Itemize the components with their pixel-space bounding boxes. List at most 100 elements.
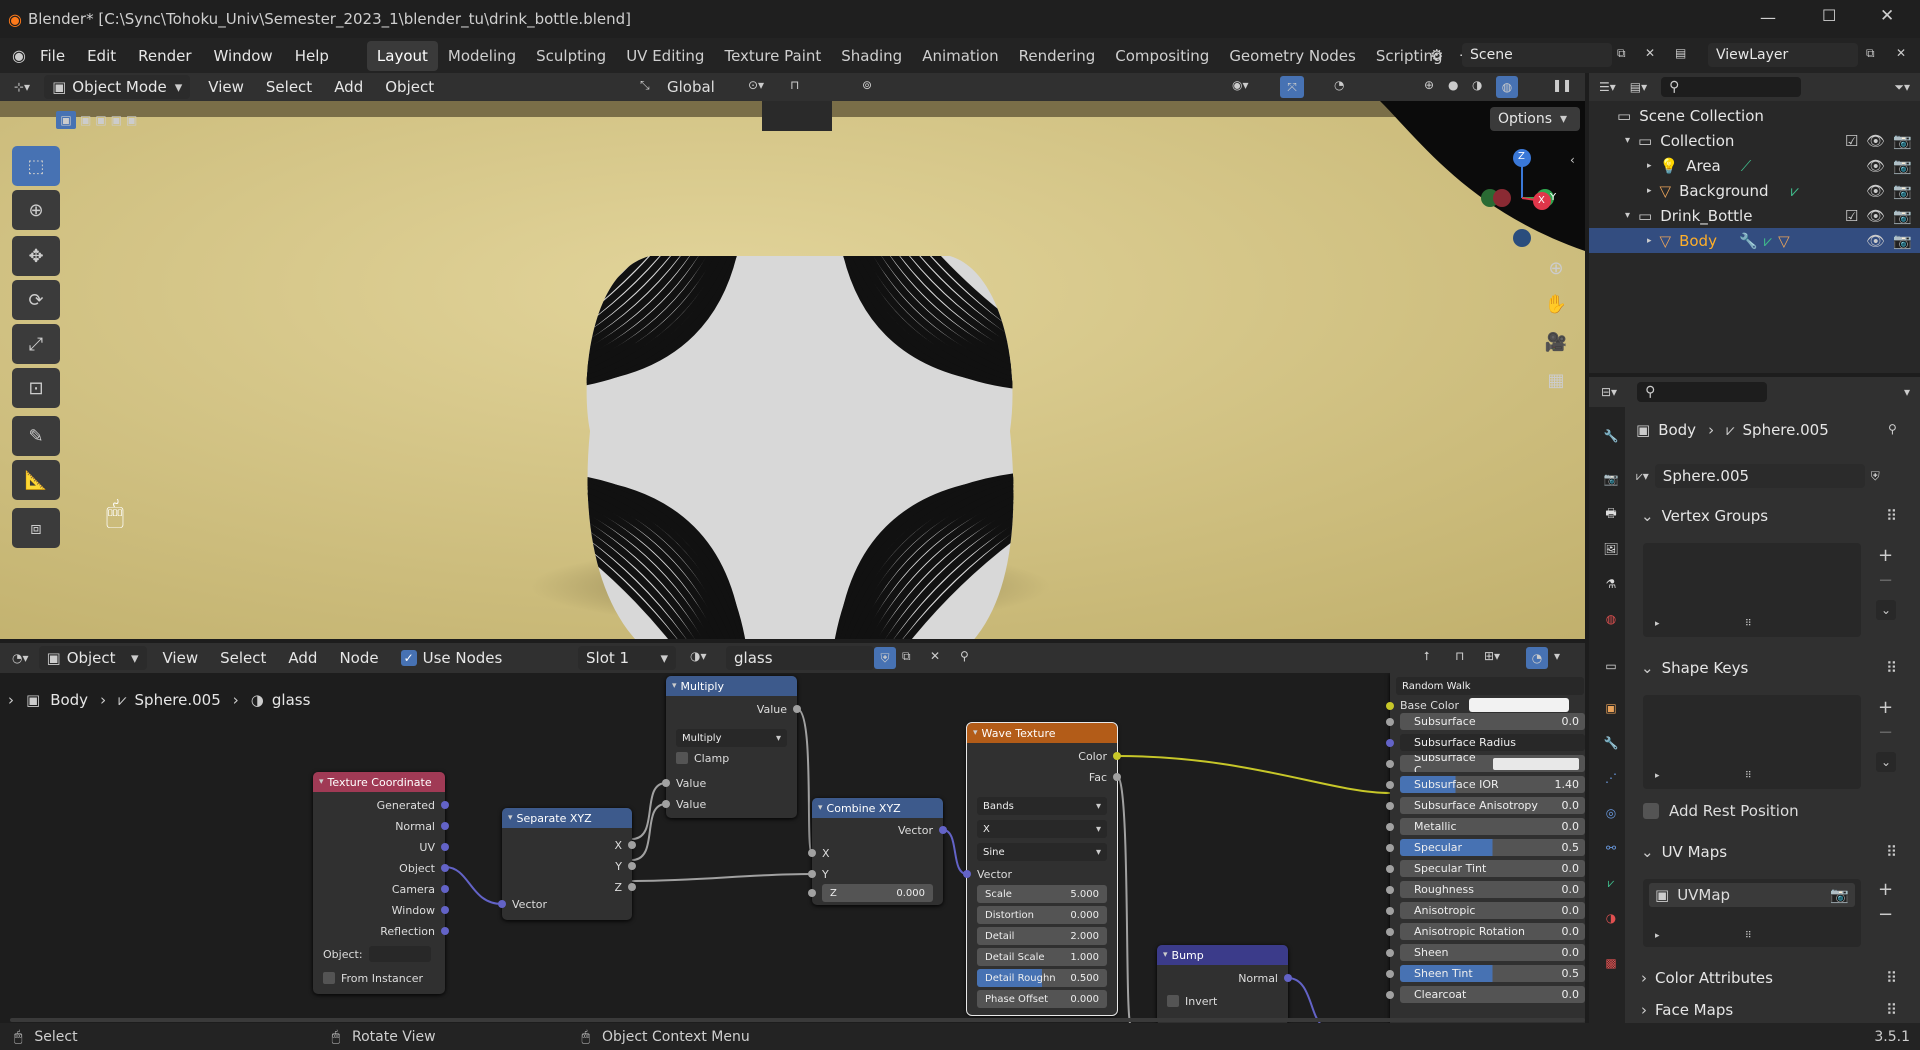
socket-base-color-in[interactable] — [1386, 702, 1394, 710]
tab-uv-editing[interactable]: UV Editing — [616, 41, 714, 71]
transform-tool[interactable]: ⊡ — [12, 368, 60, 408]
eye-icon[interactable]: 👁 — [1866, 232, 1885, 250]
viewport-menu-select[interactable]: Select — [266, 78, 312, 96]
outliner-item-background[interactable]: ▸ ▽ Background ⩗ 👁 📷 — [1589, 178, 1920, 203]
rotate-tool[interactable]: ⟳ — [12, 280, 60, 320]
texture-tab-icon[interactable]: ▩ — [1600, 952, 1622, 974]
blender-menu-icon[interactable]: ◉ — [12, 46, 26, 65]
use-nodes-checkbox[interactable]: ✓ — [400, 650, 417, 666]
parent-node-tree-icon[interactable]: ⭡ — [1424, 649, 1430, 664]
editor-type-icon[interactable]: ⊹▾ — [14, 80, 30, 94]
socket-normal-out[interactable] — [1284, 974, 1292, 982]
checkbox-icon[interactable]: ☑ — [1845, 132, 1858, 150]
section-uv-maps[interactable]: ⌄ UV Maps ⠿ — [1633, 838, 1905, 866]
mode-select[interactable]: ▣ Object Mode ▾ — [44, 75, 191, 99]
pan-hand-icon[interactable]: ✋ — [1539, 285, 1573, 323]
detail-roughness-field[interactable]: Detail Roughn 0.500 — [977, 969, 1107, 987]
multiply-node[interactable]: ▾ Multiply Value Multiply ▾ Clamp Value Va… — [662, 676, 801, 818]
menu-edit[interactable]: Edit — [87, 47, 116, 65]
menu-render[interactable]: Render — [138, 47, 191, 65]
socket-value-in-2[interactable] — [662, 800, 670, 808]
shape-keys-list[interactable]: ▸ ⠿ — [1643, 695, 1861, 789]
remove-shape-key-icon[interactable]: − — [1878, 722, 1893, 743]
vertex-groups-list[interactable]: ▸ ⠿ — [1643, 543, 1861, 637]
bsdf-socket[interactable] — [1386, 718, 1394, 726]
eye-icon[interactable]: 👁 — [1866, 157, 1885, 175]
socket-window[interactable] — [441, 906, 449, 914]
tab-compositing[interactable]: Compositing — [1105, 41, 1219, 71]
scene-icon[interactable]: ⚙ — [1430, 46, 1443, 64]
select-intersect-icon[interactable]: ▣ — [126, 113, 137, 127]
viewport-menu-add[interactable]: Add — [334, 78, 363, 96]
socket-value-out[interactable] — [793, 705, 801, 713]
maximize-button[interactable]: ☐ — [1822, 6, 1836, 25]
material-browse-icon[interactable]: ◑▾ — [690, 649, 707, 663]
add-rest-position-row[interactable]: Add Rest Position — [1643, 802, 1799, 820]
remove-uv-map-icon[interactable]: − — [1878, 904, 1893, 925]
bsdf-socket[interactable] — [1386, 823, 1394, 831]
add-cube-tool[interactable]: ⧈ — [12, 508, 60, 548]
slot-select[interactable]: Slot 1 ▾ — [578, 646, 676, 670]
socket-generated[interactable] — [441, 801, 449, 809]
pin-icon[interactable]: ⚲ — [1888, 422, 1897, 436]
overlay-toggle-icon[interactable]: ◔ — [1334, 78, 1344, 92]
profile-dropdown[interactable]: Sine ▾ — [977, 843, 1107, 861]
clamp-checkbox[interactable] — [676, 752, 688, 764]
properties-options-icon[interactable]: ▾ — [1904, 385, 1910, 399]
menu-help[interactable]: Help — [295, 47, 329, 65]
subsurface-method-dropdown[interactable]: Random Walk — [1396, 677, 1584, 695]
bsdf-row[interactable]: Metallic 0.0 — [1400, 818, 1585, 835]
rendered-shading-icon[interactable]: ◍ — [1496, 76, 1518, 98]
bsdf-row[interactable]: Sheen Tint 0.5 — [1400, 965, 1585, 982]
select-box-tool[interactable]: ⬚ — [12, 146, 60, 186]
node-menu-node[interactable]: Node — [339, 649, 378, 667]
modifier-tab-icon[interactable]: 🔧 — [1600, 732, 1622, 754]
socket-camera[interactable] — [441, 885, 449, 893]
collection-tab-icon[interactable]: ▭ — [1600, 655, 1622, 677]
socket-y-in[interactable] — [808, 870, 816, 878]
select-subtract-icon[interactable]: ▣ — [95, 113, 106, 127]
socket-reflection[interactable] — [441, 927, 449, 935]
unlink-material-icon[interactable]: ✕ — [930, 649, 940, 663]
view-layer-tab-icon[interactable]: 🖼 — [1600, 538, 1622, 560]
socket-vector-out[interactable] — [939, 826, 947, 834]
tab-shading[interactable]: Shading — [831, 41, 912, 71]
scene-field[interactable]: Scene — [1462, 43, 1612, 67]
eye-icon[interactable]: 👁 — [1866, 132, 1885, 150]
tab-modeling[interactable]: Modeling — [438, 41, 526, 71]
texture-coordinate-node[interactable]: ▾ Texture Coordinate Generated Normal UV … — [313, 772, 449, 994]
outliner-item-collection[interactable]: ▾ ▭ Collection ☑ 👁 📷 — [1589, 128, 1920, 153]
node-snap-target-icon[interactable]: ⊞▾ — [1484, 649, 1500, 663]
uv-maps-list[interactable]: ▣ UVMap 📷 ▸ ⠿ — [1643, 879, 1861, 947]
tab-sculpting[interactable]: Sculpting — [526, 41, 616, 71]
view-layer-icon[interactable]: ▤ — [1675, 46, 1686, 60]
bsdf-row[interactable]: Specular Tint 0.0 — [1400, 860, 1585, 877]
particles-tab-icon[interactable]: ⋰ — [1600, 767, 1622, 789]
expand-arrow-icon[interactable]: ▸ — [1647, 236, 1652, 246]
drag-handle-icon[interactable]: ⠿ — [1886, 1001, 1897, 1019]
bsdf-socket[interactable] — [1386, 907, 1394, 915]
expand-arrow-icon[interactable]: ▸ — [1647, 161, 1652, 171]
socket-normal[interactable] — [441, 822, 449, 830]
output-tab-icon[interactable]: 🖶 — [1600, 503, 1622, 525]
subsurface-color-swatch[interactable] — [1493, 757, 1579, 770]
remove-vertex-group-icon[interactable]: − — [1878, 570, 1893, 591]
duplicate-material-icon[interactable]: ⧉ — [902, 649, 911, 664]
scene-tab-icon[interactable]: ⚗ — [1600, 573, 1622, 595]
zoom-icon[interactable]: ⊕ — [1539, 251, 1573, 285]
gizmo-toggle-icon[interactable]: ⤧ — [1280, 76, 1304, 98]
pause-render-icon[interactable]: ❚❚ — [1552, 78, 1572, 92]
pivot-icon[interactable]: ⊙▾ — [748, 78, 764, 92]
node-editor-type-icon[interactable]: ◔▾ — [12, 651, 29, 665]
camera-view-icon[interactable]: 🎥 — [1539, 323, 1573, 361]
camera-icon[interactable]: 📷 — [1893, 182, 1912, 200]
resize-grip-icon[interactable]: ⠿ — [1745, 771, 1752, 781]
minimize-button[interactable]: — — [1760, 8, 1776, 27]
socket-z[interactable] — [628, 883, 636, 891]
camera-icon[interactable]: 📷 — [1893, 207, 1912, 225]
resize-grip-icon[interactable]: ⠿ — [1745, 931, 1752, 941]
expand-arrow-icon[interactable]: ▾ — [1625, 135, 1630, 146]
z-value-field[interactable]: Z 0.000 — [822, 884, 933, 902]
bsdf-socket[interactable] — [1386, 991, 1394, 999]
socket-object[interactable] — [441, 864, 449, 872]
